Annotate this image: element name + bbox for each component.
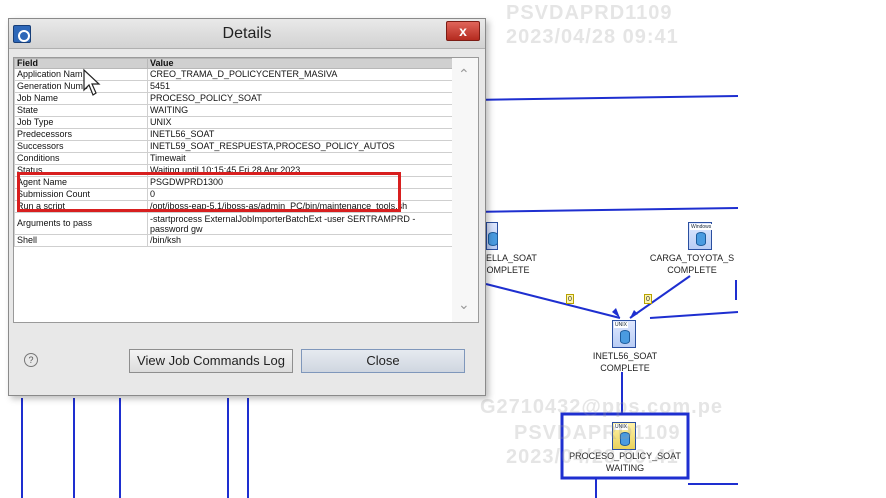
job-name: INETL56_SOAT <box>592 351 658 361</box>
os-tag: UNIX <box>614 322 628 328</box>
flow-link <box>469 95 739 101</box>
job-icon-carga-toyota[interactable]: Windows <box>688 222 713 250</box>
table-header-row: Field Value <box>14 58 453 69</box>
value-cell: INETL59_SOAT_RESPUESTA,PROCESO_POLICY_AU… <box>147 140 453 153</box>
value-cell: INETL56_SOAT <box>147 128 453 141</box>
watermark: PSVDAPRD1109 <box>514 422 681 444</box>
field-cell: Job Type <box>14 116 148 129</box>
flow-link <box>485 283 621 319</box>
value-cell: 5451 <box>147 80 453 93</box>
table-row[interactable]: Generation Numb 5451 <box>14 80 453 93</box>
flow-link <box>469 207 739 213</box>
job-label-bella: BELLA_SOAT COMPLETE <box>480 252 537 276</box>
annotation-highlight-box <box>17 172 401 212</box>
field-cell: Job Name <box>14 92 148 105</box>
chevron-up-icon[interactable]: ⌃ <box>458 66 470 83</box>
table-row[interactable]: Job Type UNIX <box>14 116 453 129</box>
job-icon-inetl56[interactable]: UNIX <box>612 320 636 348</box>
field-cell: Application Nam <box>14 68 148 81</box>
column-header-field[interactable]: Field <box>14 58 148 69</box>
chevron-down-icon[interactable]: ⌄ <box>458 296 470 313</box>
table-row[interactable]: Job Name PROCESO_POLICY_SOAT <box>14 92 453 105</box>
field-cell: Shell <box>14 234 148 247</box>
close-icon[interactable]: x <box>446 21 480 41</box>
field-cell: Predecessors <box>14 128 148 141</box>
table-row[interactable]: State WAITING <box>14 104 453 117</box>
view-job-commands-log-button[interactable]: View Job Commands Log <box>129 349 293 373</box>
watermark: PSVDAPRD1109 <box>506 2 673 24</box>
job-name: CARGA_TOYOTA_S <box>649 253 735 263</box>
table-row[interactable]: Shell/bin/ksh <box>14 234 453 247</box>
screen: BELLA_SOAT COMPLETE Windows CARGA_TOYOTA… <box>0 0 886 498</box>
table-row[interactable]: Predecessors INETL56_SOAT <box>14 128 453 141</box>
value-cell: PROCESO_POLICY_SOAT <box>147 92 453 105</box>
database-icon <box>620 330 630 344</box>
job-state: COMPLETE <box>480 265 530 275</box>
watermark: 2023/04/28 09:41 <box>506 446 679 468</box>
value-cell: /bin/ksh <box>147 234 453 247</box>
table-row[interactable]: Application Nam CREO_TRAMA_D_POLICYCENTER… <box>14 68 453 81</box>
value-cell: Timewait <box>147 152 453 165</box>
field-cell: State <box>14 104 148 117</box>
field-cell: Arguments to pass <box>14 212 148 235</box>
job-label-inetl56: INETL56_SOAT COMPLETE <box>580 350 670 374</box>
os-tag: Windows <box>690 224 713 230</box>
arrow-head <box>630 310 638 318</box>
table-row[interactable]: Conditions Timewait <box>14 152 453 165</box>
watermark: 2023/04/28 09:41 <box>506 26 679 48</box>
database-icon <box>488 232 498 246</box>
flow-link <box>649 311 739 319</box>
database-icon <box>696 232 706 246</box>
table-row[interactable]: Arguments to pass -startprocess ExternalJ… <box>14 212 453 235</box>
close-button[interactable]: Close <box>301 349 465 373</box>
field-cell: Generation Numb <box>14 80 148 93</box>
job-state: COMPLETE <box>667 265 717 275</box>
field-cell: Conditions <box>14 152 148 165</box>
field-cell: Successors <box>14 140 148 153</box>
table-row[interactable]: Successors INETL59_SOAT_RESPUESTA,PROCESO… <box>14 140 453 153</box>
dialog-titlebar[interactable]: Details x <box>9 19 485 49</box>
job-icon-bella[interactable] <box>486 222 498 250</box>
flow-link <box>629 275 691 319</box>
condition-counter: 0 <box>644 294 652 304</box>
column-header-value[interactable]: Value <box>147 58 453 69</box>
job-state: COMPLETE <box>600 363 650 373</box>
mouse-cursor-icon <box>83 68 101 96</box>
value-cell: -startprocess ExternalJobImporterBatchEx… <box>147 212 453 235</box>
value-cell: WAITING <box>147 104 453 117</box>
vertical-scrollbar[interactable]: ⌃ ⌄ <box>452 58 478 322</box>
condition-counter: 0 <box>566 294 574 304</box>
job-name: BELLA_SOAT <box>480 253 537 263</box>
dialog-title: Details <box>222 25 272 42</box>
value-cell: CREO_TRAMA_D_POLICYCENTER_MASIVA <box>147 68 453 81</box>
value-cell: UNIX <box>147 116 453 129</box>
details-dialog: Details x Field Value Application Nam CRE… <box>8 18 486 396</box>
watermark: G2710432@pps.com.pe <box>480 396 724 418</box>
help-icon[interactable]: ? <box>24 353 38 367</box>
job-label-carga-toyota: CARGA_TOYOTA_S COMPLETE <box>646 252 738 276</box>
